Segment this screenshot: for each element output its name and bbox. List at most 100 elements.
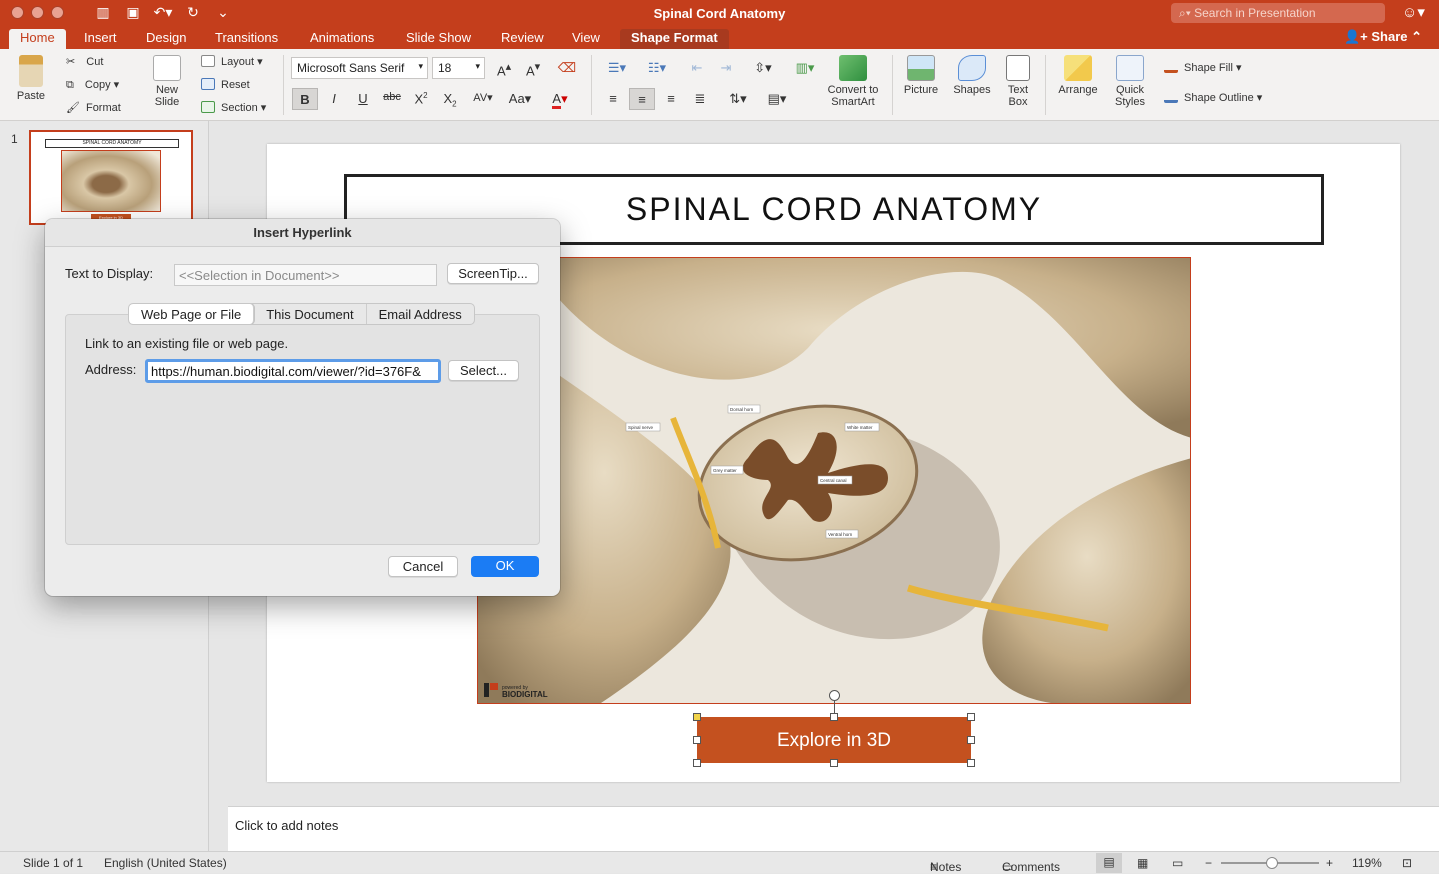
picture-button[interactable]: Picture	[899, 55, 943, 96]
link-type-panel: Link to an existing file or web page. Ad…	[65, 314, 540, 545]
tab-animations[interactable]: Animations	[299, 29, 385, 49]
select-file-button[interactable]: Select...	[448, 360, 519, 381]
convert-smartart-button[interactable]: Convert to SmartArt	[822, 55, 884, 108]
columns-icon[interactable]: ▥▾	[788, 57, 822, 79]
explore-in-3d-button[interactable]: Explore in 3D	[697, 717, 971, 763]
section-button[interactable]: Section ▾	[201, 101, 266, 114]
resize-handle-top-right[interactable]	[967, 713, 975, 721]
decrease-font-icon[interactable]: A▾	[520, 57, 546, 79]
shape-outline-button[interactable]: Shape Outline ▾	[1164, 91, 1262, 104]
status-bar: Slide 1 of 1 English (United States) ≡ N…	[0, 851, 1439, 874]
tab-slide-show[interactable]: Slide Show	[395, 29, 482, 49]
tab-web-page-or-file[interactable]: Web Page or File	[129, 304, 255, 324]
resize-handle-top-left[interactable]	[693, 713, 701, 721]
arrange-icon	[1064, 55, 1092, 81]
copy-button[interactable]: ⧉ Copy ▾	[66, 78, 119, 92]
quick-styles-icon	[1116, 55, 1144, 81]
tab-home[interactable]: Home	[9, 29, 66, 49]
resize-handle-bottom-right[interactable]	[967, 759, 975, 767]
character-spacing-icon[interactable]: AV▾	[468, 88, 498, 110]
normal-view-icon[interactable]: ▤	[1096, 853, 1122, 873]
cancel-button[interactable]: Cancel	[388, 556, 458, 577]
decrease-indent-icon[interactable]: ⇤	[684, 57, 710, 79]
font-size-select[interactable]: 18 ▾	[432, 57, 485, 79]
search-icon: ⌕▾	[1179, 6, 1195, 20]
collapse-ribbon-icon[interactable]: ⌃	[1408, 29, 1422, 44]
font-name-select[interactable]: Microsoft Sans Serif ▾	[291, 57, 428, 79]
line-spacing-icon[interactable]: ⇳▾	[746, 57, 780, 79]
clear-formatting-icon[interactable]: ⌫	[554, 57, 580, 79]
numbering-icon[interactable]: ☷▾	[640, 57, 674, 79]
paste-button[interactable]: Paste	[10, 55, 52, 102]
justify-icon[interactable]: ≣	[687, 88, 713, 110]
subscript-icon[interactable]: X2	[437, 88, 463, 110]
text-box-icon	[1006, 55, 1030, 81]
text-to-display-input[interactable]	[174, 264, 437, 286]
align-center-icon[interactable]: ≡	[629, 88, 655, 110]
rotate-handle-icon[interactable]	[829, 690, 840, 701]
text-direction-icon[interactable]: ⇅▾	[721, 88, 755, 110]
underline-icon[interactable]: U	[350, 88, 376, 110]
biodigital-logo-icon	[484, 683, 489, 697]
align-right-icon[interactable]: ≡	[658, 88, 684, 110]
superscript-icon[interactable]: X2	[408, 88, 434, 110]
tab-transitions[interactable]: Transitions	[204, 29, 289, 49]
layout-button[interactable]: Layout ▾	[201, 55, 263, 68]
search-input[interactable]: ⌕▾ Search in Presentation	[1171, 3, 1385, 23]
new-slide-button[interactable]: New Slide	[146, 55, 188, 108]
picture-label: Picture	[903, 84, 939, 96]
ok-button[interactable]: OK	[471, 556, 539, 577]
slide-sorter-icon[interactable]: ▦	[1137, 856, 1148, 870]
text-box-button[interactable]: Text Box	[1000, 55, 1036, 108]
reset-button[interactable]: Reset	[201, 78, 250, 91]
cut-button[interactable]: ✂ Cut	[66, 55, 103, 68]
tab-review[interactable]: Review	[490, 29, 555, 49]
reading-view-icon[interactable]: ▭	[1172, 856, 1183, 870]
fit-to-window-icon[interactable]: ⊡	[1402, 856, 1412, 870]
resize-handle-top[interactable]	[830, 713, 838, 721]
address-label: Address:	[85, 362, 137, 377]
change-case-icon[interactable]: Aa▾	[503, 88, 537, 110]
notes-pane[interactable]: Click to add notes	[228, 806, 1439, 851]
share-button[interactable]: 👤+ Share ⌃	[1344, 29, 1422, 45]
resize-handle-bottom-left[interactable]	[693, 759, 701, 767]
tab-design[interactable]: Design	[135, 29, 197, 49]
tab-insert[interactable]: Insert	[73, 29, 128, 49]
quick-styles-button[interactable]: Quick Styles	[1108, 55, 1152, 108]
tab-this-document[interactable]: This Document	[254, 304, 367, 324]
address-input[interactable]	[145, 359, 441, 383]
clipboard-icon	[19, 55, 43, 87]
new-slide-icon	[153, 55, 181, 81]
spinal-cord-image[interactable]: Dorsal horn White matter Spinal nerve Gr…	[477, 257, 1191, 704]
italic-icon[interactable]: I	[321, 88, 347, 110]
tab-shape-format[interactable]: Shape Format	[620, 29, 729, 49]
format-painter-button[interactable]: 🖌 Format	[66, 101, 121, 114]
resize-handle-left[interactable]	[693, 736, 701, 744]
strikethrough-icon[interactable]: abc	[379, 88, 405, 110]
slide-thumbnail[interactable]: SPINAL CORD ANATOMY Explore in 3D	[29, 130, 193, 225]
label-spinal-nerve: Spinal nerve	[628, 425, 654, 430]
align-left-icon[interactable]: ≡	[600, 88, 626, 110]
font-color-icon[interactable]: A▾	[543, 88, 577, 110]
tab-email-address[interactable]: Email Address	[367, 304, 474, 324]
zoom-slider-thumb[interactable]	[1266, 857, 1278, 869]
tab-view[interactable]: View	[561, 29, 611, 49]
shapes-icon	[958, 55, 986, 81]
shape-fill-button[interactable]: Shape Fill ▾	[1164, 61, 1242, 74]
bullets-icon[interactable]: ☰▾	[600, 57, 634, 79]
resize-handle-bottom[interactable]	[830, 759, 838, 767]
arrange-button[interactable]: Arrange	[1055, 55, 1101, 96]
increase-font-icon[interactable]: A▴	[491, 57, 517, 79]
screentip-button[interactable]: ScreenTip...	[447, 263, 539, 284]
bold-icon[interactable]: B	[292, 88, 318, 110]
resize-handle-right[interactable]	[967, 736, 975, 744]
align-text-icon[interactable]: ▤▾	[760, 88, 794, 110]
zoom-in-icon[interactable]: +	[1326, 856, 1333, 870]
reset-label: Reset	[221, 79, 250, 91]
feedback-smiley-icon[interactable]: ☺▾	[1402, 3, 1425, 21]
zoom-level[interactable]: 119%	[1352, 856, 1382, 870]
language-indicator[interactable]: English (United States)	[104, 856, 227, 870]
shapes-button[interactable]: Shapes	[950, 55, 994, 96]
zoom-out-icon[interactable]: −	[1205, 856, 1212, 870]
increase-indent-icon[interactable]: ⇥	[713, 57, 739, 79]
